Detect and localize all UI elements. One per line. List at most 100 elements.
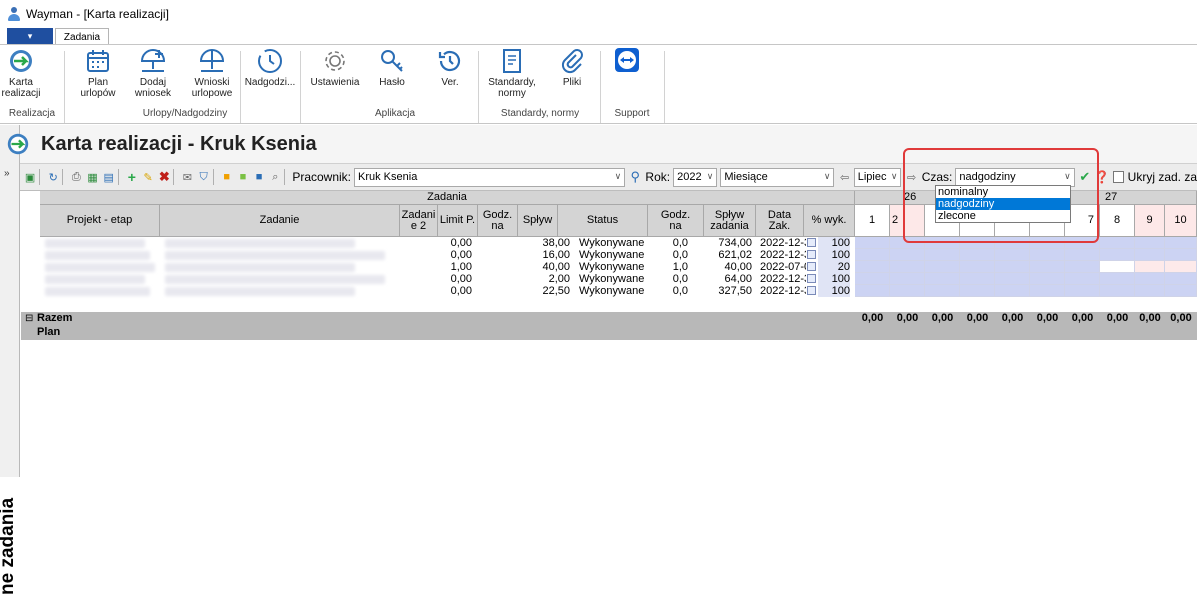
save-icon[interactable]: ▣ <box>24 170 36 184</box>
day-cell[interactable] <box>1065 285 1100 297</box>
export-icon[interactable]: ▤ <box>103 170 115 184</box>
day-cell[interactable] <box>855 249 890 261</box>
day-cell[interactable] <box>1135 273 1165 285</box>
ukryj-checkbox[interactable] <box>1112 171 1124 183</box>
plan-row[interactable]: Plan <box>21 326 1197 340</box>
mail-icon[interactable]: ✉ <box>181 170 193 184</box>
dodaj-wniosek-button[interactable]: Dodaj wniosek <box>131 47 175 107</box>
calendar-picker-icon[interactable] <box>807 274 816 283</box>
day-cell[interactable] <box>890 249 925 261</box>
col-splyw-zadania[interactable]: Spływ zadania <box>704 205 756 237</box>
prev-arrow-icon[interactable]: ⇦ <box>838 170 850 184</box>
day-cell[interactable] <box>1135 261 1165 273</box>
collapse-icon[interactable]: ⊟ <box>25 313 33 324</box>
ustawienia-button[interactable]: Ustawienia <box>306 47 364 107</box>
calendar-picker-icon[interactable] <box>807 250 816 259</box>
col-projekt-etap[interactable]: Projekt - etap <box>40 205 160 237</box>
day-cell[interactable] <box>1165 273 1197 285</box>
shield-icon[interactable]: ⛉ <box>197 170 209 184</box>
day-cell[interactable] <box>890 261 925 273</box>
haslo-button[interactable]: Hasło <box>370 47 414 107</box>
mode-select[interactable]: Miesiące ∨ <box>720 167 835 187</box>
day-cell[interactable] <box>1165 249 1197 261</box>
day-cell[interactable] <box>995 261 1030 273</box>
day-cell[interactable] <box>1135 285 1165 297</box>
print-icon[interactable]: ⎙ <box>70 170 82 184</box>
day-cell[interactable] <box>960 261 995 273</box>
expand-chevron-icon[interactable]: » <box>4 168 10 179</box>
day-cell[interactable] <box>1030 249 1065 261</box>
day-cell[interactable] <box>855 273 890 285</box>
search-icon[interactable]: ⚲ <box>629 169 641 184</box>
tab-zadania[interactable]: Zadania <box>55 28 109 45</box>
day-cell[interactable] <box>1100 261 1135 273</box>
delete-icon[interactable]: ✖ <box>158 169 170 184</box>
day-cell[interactable] <box>925 261 960 273</box>
calendar-picker-icon[interactable] <box>807 286 816 295</box>
green-check-square-icon[interactable]: ■ <box>237 170 249 184</box>
day-cell[interactable] <box>925 249 960 261</box>
day-cell[interactable] <box>1030 273 1065 285</box>
add-icon[interactable]: + <box>126 169 138 185</box>
file-menu-button[interactable]: ▾ <box>7 28 53 44</box>
edit-icon[interactable]: ✎ <box>142 170 154 184</box>
day-cell[interactable] <box>960 249 995 261</box>
col-godz-na-2[interactable]: Godz. na <box>648 205 704 237</box>
day-cell[interactable] <box>855 285 890 297</box>
day-header[interactable]: 9 <box>1135 205 1165 237</box>
day-cell[interactable] <box>1065 261 1100 273</box>
filter-icon[interactable]: ⌕ <box>269 170 281 184</box>
nadgodziny-button[interactable]: Nadgodzi... <box>244 47 296 107</box>
day-cell[interactable] <box>890 285 925 297</box>
col-limit[interactable]: Limit P. <box>438 205 478 237</box>
day-cell[interactable] <box>960 285 995 297</box>
day-cell[interactable] <box>1135 249 1165 261</box>
day-cell[interactable] <box>1100 273 1135 285</box>
day-cell[interactable] <box>1065 249 1100 261</box>
month-select[interactable]: Lipiec ∨ <box>853 167 902 187</box>
day-header[interactable]: 10 <box>1165 205 1197 237</box>
col-godz-na[interactable]: Godz. na <box>478 205 518 237</box>
day-cell[interactable] <box>960 273 995 285</box>
day-cell[interactable] <box>1030 285 1065 297</box>
col-data-zak[interactable]: Data Zak. <box>756 205 804 237</box>
wnioski-urlopowe-button[interactable]: Wnioski urlopowe <box>189 47 235 107</box>
orange-square-icon[interactable]: ■ <box>221 170 233 184</box>
karta-realizacji-button[interactable]: Karta realizacji <box>2 47 40 107</box>
day-header[interactable]: 1 <box>855 205 890 237</box>
day-cell[interactable] <box>1165 237 1197 249</box>
day-cell[interactable] <box>1065 273 1100 285</box>
col-zadanie[interactable]: Zadanie <box>160 205 400 237</box>
col-status[interactable]: Status <box>558 205 648 237</box>
day-cell[interactable] <box>995 273 1030 285</box>
day-cell[interactable] <box>1135 237 1165 249</box>
standardy-normy-button[interactable]: Standardy, normy <box>484 47 540 107</box>
rok-select[interactable]: 2022 ∨ <box>673 167 718 187</box>
day-cell[interactable] <box>855 261 890 273</box>
col-pct-wyk[interactable]: % wyk. <box>804 205 855 237</box>
day-cell[interactable] <box>1165 261 1197 273</box>
day-cell[interactable] <box>890 273 925 285</box>
day-cell[interactable] <box>925 273 960 285</box>
day-cell[interactable] <box>855 237 890 249</box>
day-cell[interactable] <box>1100 249 1135 261</box>
side-panel-strip[interactable]: » ne zadania <box>0 125 20 595</box>
pracownik-select[interactable]: Kruk Ksenia ∨ <box>354 167 626 187</box>
refresh-icon[interactable]: ↻ <box>47 170 59 184</box>
day-cell[interactable] <box>1100 237 1135 249</box>
day-cell[interactable] <box>1030 261 1065 273</box>
day-cell[interactable] <box>1100 285 1135 297</box>
col-splyw[interactable]: Spływ <box>518 205 558 237</box>
plan-urlopow-button[interactable]: Plan urlopów <box>80 47 116 107</box>
ver-button[interactable]: Ver. <box>430 47 470 107</box>
col-zadanie2[interactable]: Zadani e 2 <box>400 205 438 237</box>
day-cell[interactable] <box>925 285 960 297</box>
excel-icon[interactable]: ▦ <box>86 170 98 184</box>
razem-row[interactable]: ⊟ Razem 0,00 0,00 0,00 0,00 0,00 0,00 0,00 0,00… <box>21 312 1197 326</box>
briefcase-icon[interactable]: ■ <box>253 170 265 184</box>
day-cell[interactable] <box>1165 285 1197 297</box>
day-header[interactable]: 8 <box>1100 205 1135 237</box>
calendar-picker-icon[interactable] <box>807 262 816 271</box>
day-cell[interactable] <box>995 249 1030 261</box>
support-teamviewer-button[interactable] <box>612 47 642 107</box>
